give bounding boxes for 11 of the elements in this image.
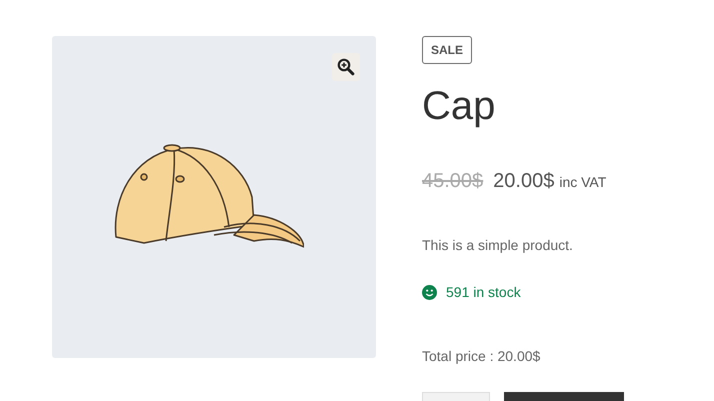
price-suffix: inc VAT: [559, 174, 606, 190]
stock-status: 591 in stock: [446, 284, 521, 300]
product-title: Cap: [422, 83, 496, 130]
smiley-icon: [422, 284, 437, 300]
zoom-button[interactable]: [332, 53, 360, 81]
product-description: This is a simple product.: [422, 237, 573, 253]
total-price: Total price : 20.00$: [422, 348, 540, 364]
regular-price: 45.00$: [422, 170, 484, 193]
sale-badge: SALE: [422, 36, 472, 64]
magnifier-plus-icon: [337, 58, 355, 76]
sale-price: 20.00$: [493, 170, 554, 193]
